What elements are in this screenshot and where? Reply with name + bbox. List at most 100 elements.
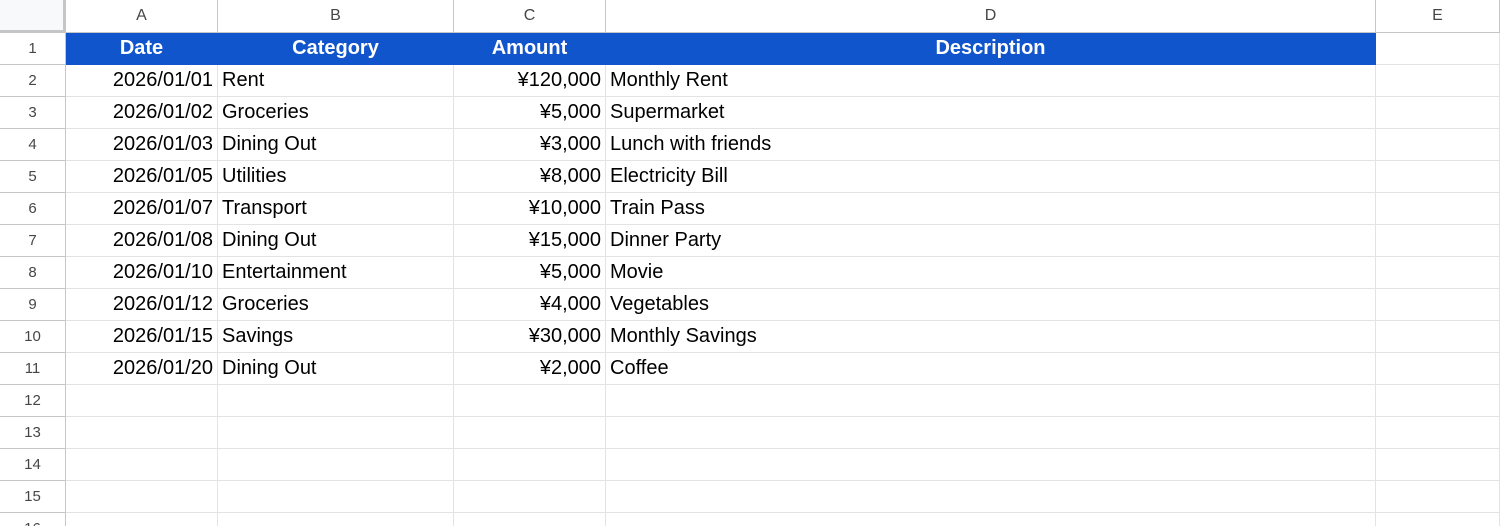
description-cell[interactable]: Movie	[606, 257, 1376, 289]
cell[interactable]	[1376, 481, 1500, 513]
cell[interactable]	[1376, 289, 1500, 321]
cell[interactable]	[1376, 225, 1500, 257]
amount-cell[interactable]: ¥30,000	[454, 321, 606, 353]
cell[interactable]	[218, 513, 454, 526]
date-cell[interactable]: 2026/01/12	[66, 289, 218, 321]
cell[interactable]	[218, 385, 454, 417]
row-header[interactable]: 10	[0, 321, 66, 353]
cell[interactable]	[1376, 193, 1500, 225]
cell[interactable]	[66, 449, 218, 481]
amount-cell[interactable]: ¥5,000	[454, 257, 606, 289]
description-cell[interactable]: Lunch with friends	[606, 129, 1376, 161]
cell[interactable]	[218, 481, 454, 513]
amount-cell[interactable]: ¥8,000	[454, 161, 606, 193]
row-header[interactable]: 8	[0, 257, 66, 289]
description-cell[interactable]: Dinner Party	[606, 225, 1376, 257]
row-header[interactable]: 16	[0, 513, 66, 526]
category-cell[interactable]: Entertainment	[218, 257, 454, 289]
select-all-corner[interactable]	[0, 0, 66, 33]
description-cell[interactable]: Train Pass	[606, 193, 1376, 225]
header-cell-date[interactable]: Date	[66, 33, 218, 65]
header-cell-description[interactable]: Description	[606, 33, 1376, 65]
cell[interactable]	[606, 417, 1376, 449]
cell[interactable]	[454, 449, 606, 481]
category-cell[interactable]: Dining Out	[218, 225, 454, 257]
cell[interactable]	[1376, 385, 1500, 417]
row-header[interactable]: 14	[0, 449, 66, 481]
amount-cell[interactable]: ¥5,000	[454, 97, 606, 129]
cell[interactable]	[66, 417, 218, 449]
row-header[interactable]: 15	[0, 481, 66, 513]
row-header[interactable]: 7	[0, 225, 66, 257]
date-cell[interactable]: 2026/01/05	[66, 161, 218, 193]
row-header[interactable]: 9	[0, 289, 66, 321]
category-cell[interactable]: Utilities	[218, 161, 454, 193]
amount-cell[interactable]: ¥120,000	[454, 65, 606, 97]
cell[interactable]	[66, 385, 218, 417]
cell[interactable]	[1376, 65, 1500, 97]
cell[interactable]	[1376, 449, 1500, 481]
amount-cell[interactable]: ¥3,000	[454, 129, 606, 161]
column-header-b[interactable]: B	[218, 0, 454, 33]
cell[interactable]	[1376, 257, 1500, 289]
cell[interactable]	[1376, 513, 1500, 526]
row-header[interactable]: 3	[0, 97, 66, 129]
category-cell[interactable]: Groceries	[218, 97, 454, 129]
cell[interactable]	[1376, 353, 1500, 385]
date-cell[interactable]: 2026/01/03	[66, 129, 218, 161]
cell[interactable]	[1376, 129, 1500, 161]
amount-cell[interactable]: ¥2,000	[454, 353, 606, 385]
cell[interactable]	[606, 385, 1376, 417]
date-cell[interactable]: 2026/01/20	[66, 353, 218, 385]
cell[interactable]	[1376, 33, 1500, 65]
amount-cell[interactable]: ¥4,000	[454, 289, 606, 321]
row-header[interactable]: 13	[0, 417, 66, 449]
cell[interactable]	[66, 481, 218, 513]
cell[interactable]	[1376, 97, 1500, 129]
row-header[interactable]: 5	[0, 161, 66, 193]
category-cell[interactable]: Groceries	[218, 289, 454, 321]
column-header-c[interactable]: C	[454, 0, 606, 33]
description-cell[interactable]: Vegetables	[606, 289, 1376, 321]
column-header-a[interactable]: A	[66, 0, 218, 33]
cell[interactable]	[454, 513, 606, 526]
row-header[interactable]: 11	[0, 353, 66, 385]
row-header[interactable]: 1	[0, 33, 66, 65]
description-cell[interactable]: Monthly Savings	[606, 321, 1376, 353]
header-cell-category[interactable]: Category	[218, 33, 454, 65]
cell[interactable]	[454, 417, 606, 449]
row-header[interactable]: 12	[0, 385, 66, 417]
category-cell[interactable]: Dining Out	[218, 129, 454, 161]
row-header[interactable]: 4	[0, 129, 66, 161]
amount-cell[interactable]: ¥15,000	[454, 225, 606, 257]
cell[interactable]	[218, 449, 454, 481]
column-header-d[interactable]: D	[606, 0, 1376, 33]
amount-cell[interactable]: ¥10,000	[454, 193, 606, 225]
category-cell[interactable]: Dining Out	[218, 353, 454, 385]
description-cell[interactable]: Coffee	[606, 353, 1376, 385]
category-cell[interactable]: Rent	[218, 65, 454, 97]
description-cell[interactable]: Monthly Rent	[606, 65, 1376, 97]
cell[interactable]	[218, 417, 454, 449]
date-cell[interactable]: 2026/01/01	[66, 65, 218, 97]
cell[interactable]	[1376, 417, 1500, 449]
cell[interactable]	[606, 481, 1376, 513]
row-header[interactable]: 2	[0, 65, 66, 97]
description-cell[interactable]: Electricity Bill	[606, 161, 1376, 193]
date-cell[interactable]: 2026/01/07	[66, 193, 218, 225]
row-header[interactable]: 6	[0, 193, 66, 225]
category-cell[interactable]: Transport	[218, 193, 454, 225]
cell[interactable]	[1376, 321, 1500, 353]
cell[interactable]	[606, 449, 1376, 481]
category-cell[interactable]: Savings	[218, 321, 454, 353]
date-cell[interactable]: 2026/01/08	[66, 225, 218, 257]
date-cell[interactable]: 2026/01/02	[66, 97, 218, 129]
header-cell-amount[interactable]: Amount	[454, 33, 606, 65]
cell[interactable]	[606, 513, 1376, 526]
date-cell[interactable]: 2026/01/15	[66, 321, 218, 353]
date-cell[interactable]: 2026/01/10	[66, 257, 218, 289]
cell[interactable]	[1376, 161, 1500, 193]
cell[interactable]	[454, 481, 606, 513]
column-header-e[interactable]: E	[1376, 0, 1500, 33]
cell[interactable]	[454, 385, 606, 417]
